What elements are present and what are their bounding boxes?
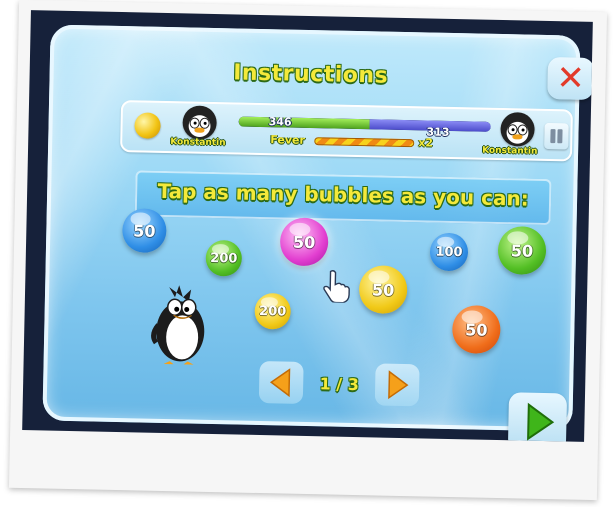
close-button[interactable]: ✕ — [547, 56, 593, 100]
right-player-avatar — [500, 112, 535, 147]
fever-label: Fever — [270, 133, 306, 147]
fever-meter — [314, 137, 415, 148]
right-player-name: Konstantin — [482, 145, 538, 157]
pause-button[interactable] — [544, 122, 569, 150]
left-player-avatar — [182, 105, 217, 141]
left-score: 346 — [268, 115, 292, 129]
hand-pointer-icon — [323, 270, 350, 303]
score-bar: Konstantin 346 313 Fever x2 Konstantin — [120, 100, 574, 162]
coin-icon — [134, 112, 161, 139]
next-arrow-icon — [388, 370, 409, 400]
page-indicator: 1 / 3 — [319, 374, 360, 395]
fever-multiplier: x2 — [418, 136, 434, 150]
left-player-name: Konstantin — [170, 137, 226, 149]
close-icon: ✕ — [555, 58, 586, 99]
instruction-text: Tap as many bubbles as you can: — [157, 178, 529, 211]
penguin-mascot — [151, 285, 205, 365]
next-page-button[interactable] — [374, 363, 420, 407]
prev-page-button[interactable] — [258, 361, 304, 404]
left-score-fill — [238, 116, 370, 130]
pager: 1 / 3 — [257, 359, 422, 410]
play-button[interactable] — [507, 392, 568, 442]
game-screen: Instructions ✕ Konstantin 346 313 Fever … — [22, 10, 593, 442]
prev-arrow-icon — [269, 368, 291, 398]
instruction-banner: Tap as many bubbles as you can: — [134, 170, 552, 226]
play-icon — [527, 402, 555, 441]
photo-frame: Instructions ✕ Konstantin 346 313 Fever … — [8, 0, 608, 501]
